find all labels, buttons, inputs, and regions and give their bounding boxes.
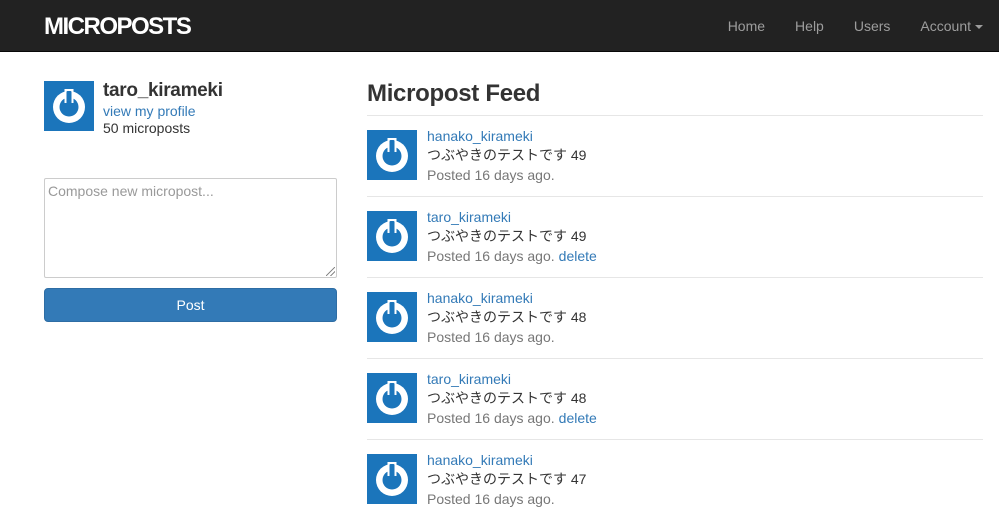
avatar[interactable] (367, 130, 417, 180)
feed-content: つぶやきのテストです 49 (427, 228, 587, 244)
feed-title: Micropost Feed (367, 80, 541, 107)
avatar[interactable] (367, 373, 417, 423)
feed-content: つぶやきのテストです 48 (427, 390, 587, 406)
feed-timestamp: Posted 16 days ago. delete (427, 248, 597, 265)
avatar[interactable] (367, 211, 417, 261)
feed-content: つぶやきのテストです 47 (427, 471, 587, 487)
nav-home[interactable]: Home (713, 0, 780, 52)
feed-timestamp: Posted 16 days ago. (427, 491, 555, 508)
timestamp-text: Posted 16 days ago. (427, 410, 555, 426)
feed-user-link[interactable]: hanako_kirameki (427, 128, 533, 145)
compose-micropost-input[interactable] (44, 178, 337, 278)
timestamp-text: Posted 16 days ago. (427, 329, 555, 345)
feed-content: つぶやきのテストです 49 (427, 147, 587, 163)
power-icon (367, 130, 417, 180)
feed-user-link[interactable]: taro_kirameki (427, 209, 511, 226)
feed-item: hanako_kirameki つぶやきのテストです 48 Posted 16 … (367, 278, 983, 359)
nav-account-dropdown[interactable]: Account (905, 0, 999, 52)
feed-timestamp: Posted 16 days ago. (427, 329, 555, 346)
feed-user-link[interactable]: hanako_kirameki (427, 452, 533, 469)
timestamp-text: Posted 16 days ago. (427, 248, 555, 264)
feed-timestamp: Posted 16 days ago. delete (427, 410, 597, 427)
power-icon (367, 454, 417, 504)
micropost-count: 50 microposts (103, 120, 191, 136)
feed-item: taro_kirameki つぶやきのテストです 48 Posted 16 da… (367, 359, 983, 440)
feed-content: つぶやきのテストです 48 (427, 309, 587, 325)
view-profile-link[interactable]: view my profile (103, 103, 196, 120)
nav-account-label: Account (920, 18, 971, 34)
feed-item: taro_kirameki つぶやきのテストです 49 Posted 16 da… (367, 197, 983, 278)
feed-timestamp: Posted 16 days ago. (427, 167, 555, 184)
power-icon (367, 292, 417, 342)
resize-handle-icon[interactable] (326, 267, 335, 276)
power-icon (367, 373, 417, 423)
chevron-down-icon (975, 25, 983, 30)
feed-user-link[interactable]: taro_kirameki (427, 371, 511, 388)
feed-user-link[interactable]: hanako_kirameki (427, 290, 533, 307)
feed-item: hanako_kirameki つぶやきのテストです 47 Posted 16 … (367, 440, 983, 521)
feed-item: hanako_kirameki つぶやきのテストです 49 Posted 16 … (367, 116, 983, 197)
nav-links: Home Help Users Account (713, 0, 999, 52)
avatar[interactable] (367, 454, 417, 504)
timestamp-text: Posted 16 days ago. (427, 167, 555, 183)
delete-link[interactable]: delete (559, 248, 597, 264)
power-icon (367, 211, 417, 261)
site-logo[interactable]: MICROPOSTS (44, 13, 192, 41)
nav-users[interactable]: Users (839, 0, 906, 52)
power-icon (44, 81, 94, 131)
delete-link[interactable]: delete (559, 410, 597, 426)
navbar: MICROPOSTS Home Help Users Account (0, 0, 999, 52)
post-button[interactable]: Post (44, 288, 337, 322)
avatar[interactable] (44, 81, 94, 131)
nav-help[interactable]: Help (780, 0, 839, 52)
timestamp-text: Posted 16 days ago. (427, 491, 555, 507)
user-name: taro_kirameki (103, 80, 223, 101)
avatar[interactable] (367, 292, 417, 342)
